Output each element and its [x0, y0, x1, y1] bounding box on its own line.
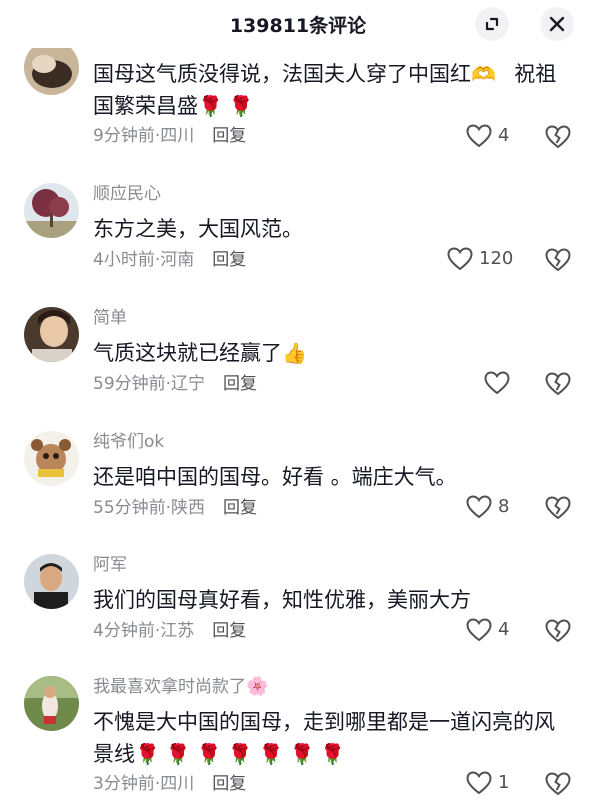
comment-meta: 4小时前·河南 回复 — [93, 249, 246, 271]
reply-button[interactable]: 回复 — [212, 621, 246, 641]
comment-text: 不愧是大中国的国母，走到哪里都是一道闪亮的风景线🌹🌹🌹🌹🌹🌹🌹 — [93, 706, 569, 770]
comment-meta: 3分钟前·四川 回复 — [93, 773, 246, 795]
close-icon — [549, 16, 565, 32]
comment-time: 9分钟前 — [93, 126, 155, 146]
like-button[interactable]: 1 — [466, 770, 509, 796]
comment-location: 陕西 — [171, 498, 206, 518]
comment-location: 四川 — [160, 774, 195, 794]
comment-location: 江苏 — [160, 621, 195, 641]
avatar[interactable] — [24, 554, 79, 609]
reply-button[interactable]: 回复 — [212, 250, 246, 270]
comments-header: 139811条评论 — [0, 0, 596, 48]
broken-heart-icon[interactable] — [545, 618, 571, 644]
thumbs-up-emoji: 👍 — [282, 341, 313, 365]
avatar[interactable] — [24, 183, 79, 238]
like-count: 4 — [498, 125, 510, 146]
comment-text: 气质这块就已经赢了👍 — [93, 337, 569, 369]
comment-time: 4小时前 — [93, 250, 155, 270]
broken-heart-icon[interactable] — [545, 495, 571, 521]
close-button[interactable] — [540, 7, 574, 41]
reply-button[interactable]: 回复 — [223, 498, 257, 518]
broken-heart-icon[interactable] — [545, 247, 571, 273]
comment-time: 4分钟前 — [93, 621, 155, 641]
heart-outline-icon — [466, 495, 492, 519]
comment-time: 59分钟前 — [93, 374, 166, 394]
avatar[interactable] — [24, 307, 79, 362]
broken-heart-icon[interactable] — [545, 771, 571, 797]
comment-text: 东方之美，大国风范。 — [93, 217, 303, 241]
expand-button[interactable] — [475, 7, 509, 41]
comment-username[interactable]: 阿军 — [93, 554, 127, 576]
comment-username-text: 我最喜欢拿时尚款了 — [93, 677, 246, 697]
like-button[interactable]: 8 — [466, 494, 509, 520]
comment-time: 55分钟前 — [93, 498, 166, 518]
avatar[interactable] — [24, 431, 79, 486]
like-count: 120 — [479, 248, 514, 269]
reply-button[interactable]: 回复 — [212, 774, 246, 794]
like-button[interactable]: 4 — [466, 123, 509, 149]
hug-emoji: 🫶 — [471, 62, 515, 86]
comment-username[interactable]: 顺应民心 — [93, 183, 161, 205]
rose-emoji: 🌹🌹🌹🌹🌹🌹🌹 — [135, 742, 352, 766]
like-count: 4 — [498, 619, 510, 640]
comment-location: 辽宁 — [171, 374, 206, 394]
reply-button[interactable]: 回复 — [212, 126, 246, 146]
comment-text-line: 气质这块就已经赢了 — [93, 341, 282, 365]
like-button[interactable]: 4 — [466, 617, 509, 643]
heart-outline-icon — [466, 124, 492, 148]
comment-meta: 59分钟前·辽宁 回复 — [93, 373, 257, 395]
rose-emoji: 🌹🌹 — [198, 94, 260, 118]
comment-meta: 4分钟前·江苏 回复 — [93, 620, 246, 642]
heart-outline-icon — [447, 247, 473, 271]
comment-text: 国母这气质没得说，法国夫人穿了中国红🫶 祝祖国繁荣昌盛🌹🌹 — [93, 58, 569, 122]
expand-icon — [485, 17, 499, 31]
heart-outline-icon — [466, 771, 492, 795]
comment-text-line: 国母这气质没得说，法国夫人穿了中国红 — [93, 62, 471, 86]
broken-heart-icon[interactable] — [545, 124, 571, 150]
like-count: 1 — [498, 772, 510, 793]
comment-meta: 9分钟前·四川 回复 — [93, 125, 246, 147]
comment-location: 河南 — [160, 250, 195, 270]
comment-list[interactable]: 国母这气质没得说，法国夫人穿了中国红🫶 祝祖国繁荣昌盛🌹🌹 9分钟前·四川 回复 … — [0, 0, 596, 800]
heart-outline-icon — [466, 618, 492, 642]
reply-button[interactable]: 回复 — [223, 374, 257, 394]
comment-meta: 55分钟前·陕西 回复 — [93, 497, 257, 519]
broken-heart-icon[interactable] — [545, 371, 571, 397]
comment-text: 我们的国母真好看，知性优雅，美丽大方 — [93, 588, 471, 612]
avatar[interactable] — [24, 676, 79, 731]
comment-text: 还是咱中国的国母。好看 。端庄大气。 — [93, 465, 457, 489]
comment-time: 3分钟前 — [93, 774, 155, 794]
comment-username[interactable]: 纯爷们ok — [93, 431, 164, 453]
like-button[interactable] — [484, 370, 516, 396]
comment-location: 四川 — [160, 126, 195, 146]
heart-outline-icon — [484, 371, 510, 395]
like-button[interactable]: 120 — [447, 246, 513, 272]
like-count: 8 — [498, 496, 510, 517]
blossom-emoji: 🌸 — [246, 676, 269, 697]
comment-username[interactable]: 我最喜欢拿时尚款了🌸 — [93, 676, 268, 698]
avatar[interactable] — [24, 40, 79, 95]
comment-username[interactable]: 简单 — [93, 307, 127, 329]
